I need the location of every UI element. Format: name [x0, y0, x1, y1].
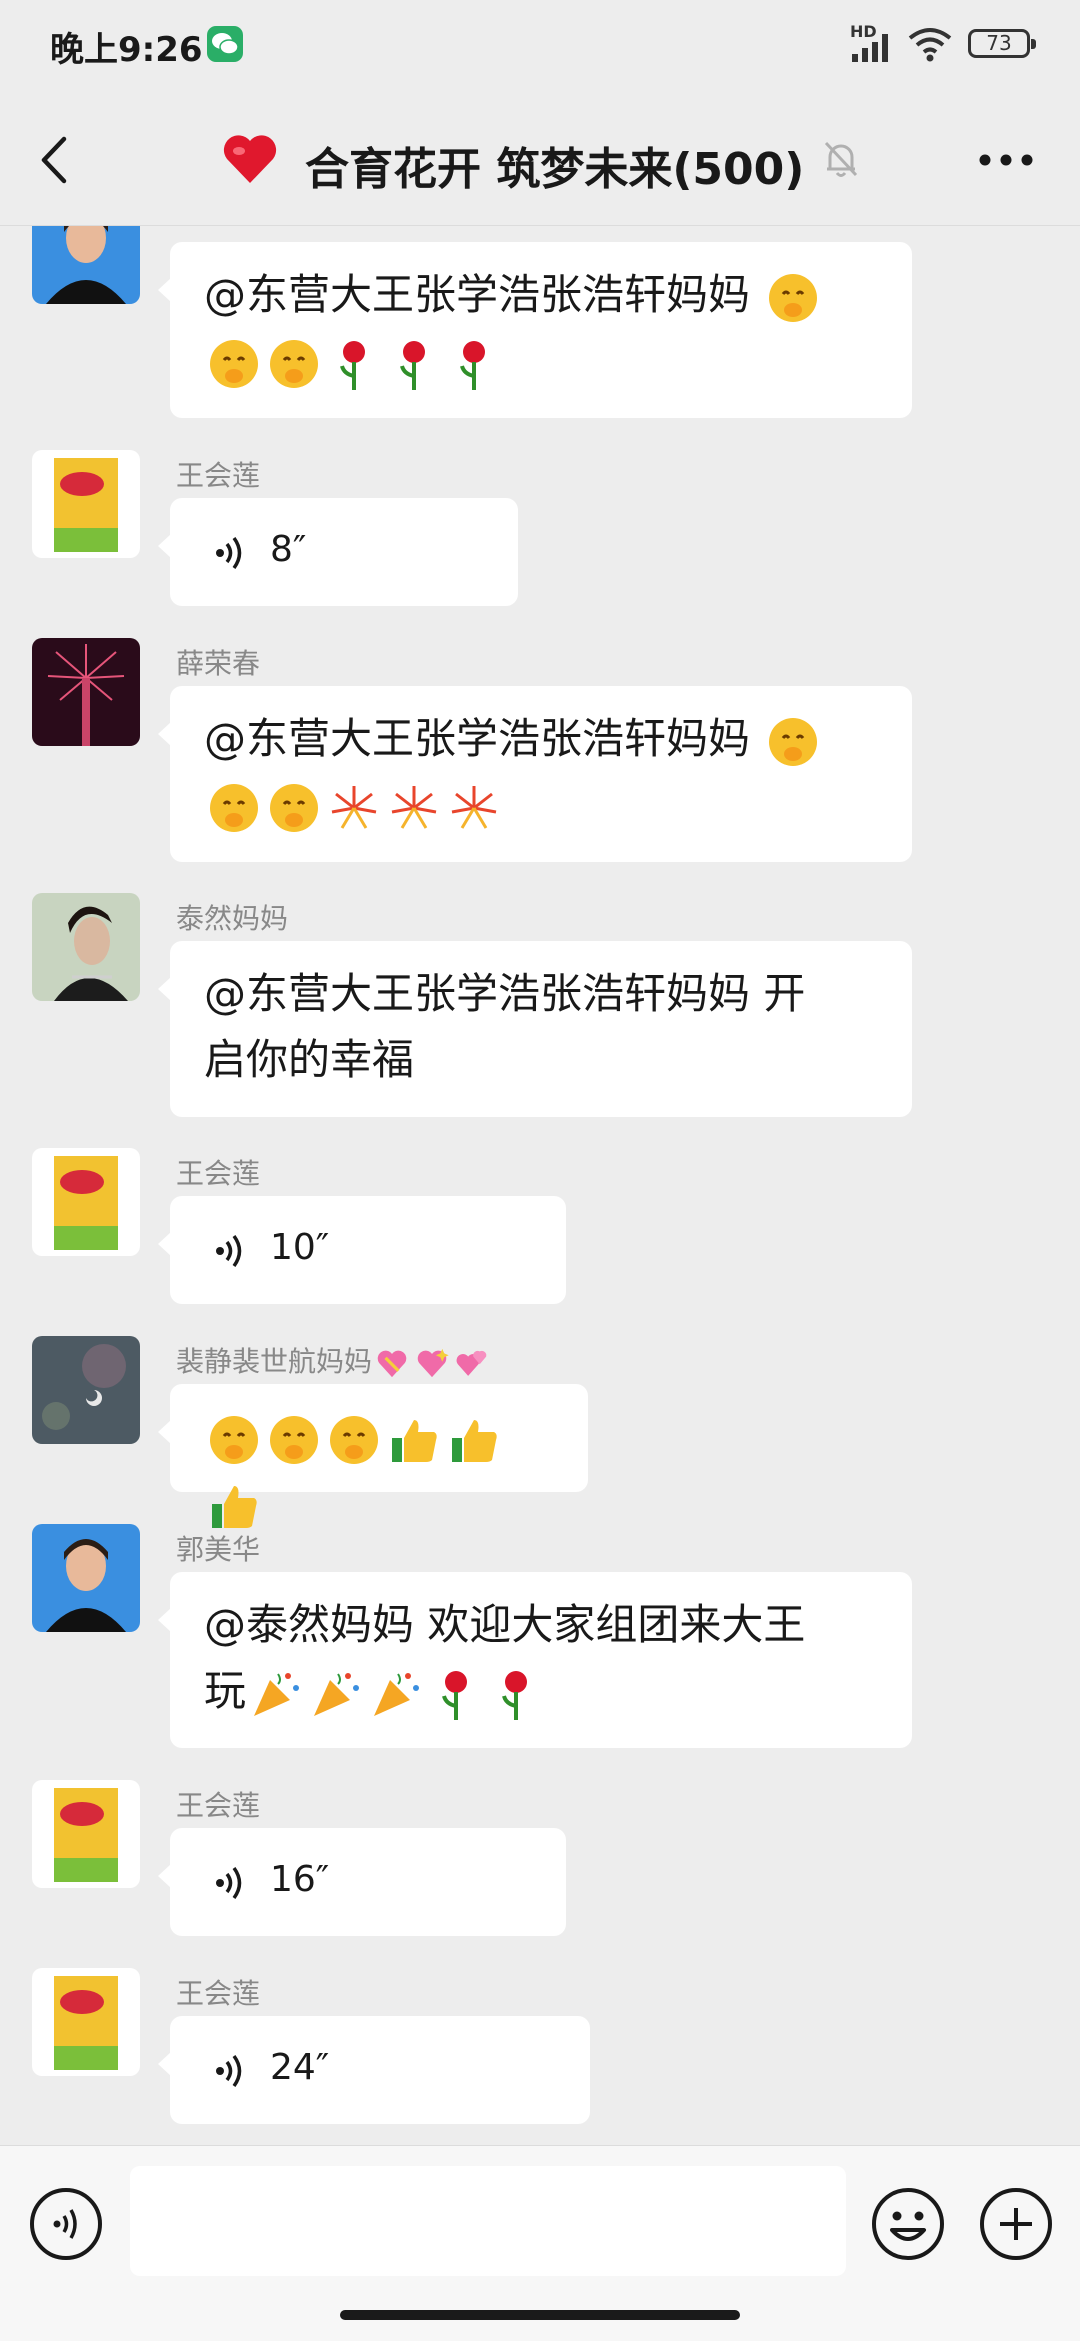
sender-name: 王会莲	[176, 1977, 261, 2010]
avatar[interactable]	[32, 1524, 140, 1632]
thumbs-up-emoji-icon	[386, 1412, 442, 1468]
rose-emoji-icon	[386, 336, 442, 392]
rose-emoji-icon	[446, 336, 502, 392]
avatar[interactable]	[32, 1336, 140, 1444]
chevron-left-icon[interactable]	[36, 135, 70, 185]
sender-name: 王会莲	[176, 459, 261, 492]
message-text: @东营大王张学浩张浩轩妈妈	[204, 714, 764, 763]
thumbs-up-emoji-icon	[446, 1412, 502, 1468]
message-bubble[interactable]: @东营大王张学浩张浩轩妈妈	[158, 242, 912, 418]
message-text-line: @东营大王张学浩张浩轩妈妈 开	[204, 969, 806, 1018]
red-heart-icon	[223, 135, 277, 183]
message-text-line: 玩	[204, 1666, 247, 1715]
message-bubble[interactable]	[158, 1384, 588, 1528]
shush-emoji-icon	[266, 336, 322, 392]
shush-emoji-icon	[206, 780, 262, 836]
voice-message-bubble[interactable]: 16″	[158, 1828, 566, 1936]
voice-duration: 8″	[270, 529, 307, 570]
shush-emoji-icon	[765, 714, 821, 770]
voice-wave-icon	[216, 536, 242, 570]
fireworks-emoji-icon	[326, 780, 382, 836]
fireworks-emoji-icon	[446, 780, 502, 836]
message-bubble[interactable]: @东营大王张学浩张浩轩妈妈	[158, 686, 912, 862]
voice-duration: 10″	[270, 1227, 330, 1268]
chat-header: 合育花开 筑梦未来(500)	[0, 95, 1080, 226]
sender-name: 王会莲	[176, 1789, 261, 1822]
smiley-icon[interactable]	[870, 2186, 946, 2262]
message-bubble[interactable]: @泰然妈妈 欢迎大家组团来大王玩	[158, 1572, 912, 1748]
sender-name: 郭美华	[176, 1533, 261, 1566]
message-text-line: @泰然妈妈 欢迎大家组团来大王	[204, 1600, 806, 1649]
message-text: @东营大王张学浩张浩轩妈妈	[204, 270, 764, 319]
fireworks-emoji-icon	[386, 780, 442, 836]
bell-muted-icon	[824, 141, 858, 177]
two-hearts-emoji-icon	[454, 1345, 490, 1381]
sender-name: 泰然妈妈	[176, 902, 289, 935]
shush-emoji-icon	[206, 1412, 262, 1468]
message-list[interactable]: @东营大王张学浩张浩轩妈妈 王会莲 8″ 薛荣春 @东营大王张学浩张浩轩妈妈 泰…	[0, 0, 1080, 2145]
chat-title[interactable]: 合育花开 筑梦未来(500)	[305, 133, 804, 197]
avatar[interactable]	[32, 1780, 140, 1888]
voice-wave-icon	[216, 1234, 242, 1268]
avatar[interactable]	[32, 1148, 140, 1256]
rose-emoji-icon	[326, 336, 382, 392]
shush-emoji-icon	[206, 336, 262, 392]
thumbs-up-emoji-icon	[206, 1478, 262, 1534]
home-indicator[interactable]	[340, 2310, 740, 2320]
shush-emoji-icon	[266, 780, 322, 836]
rose-emoji-icon	[488, 1666, 544, 1722]
more-dots-icon[interactable]	[978, 153, 1034, 167]
heart-ribbon-emoji-icon	[374, 1345, 410, 1381]
plus-circle-icon[interactable]	[978, 2186, 1054, 2262]
voice-message-bubble[interactable]: 24″	[158, 2016, 590, 2124]
party-popper-emoji-icon	[248, 1666, 304, 1722]
message-text-line: 启你的幸福	[204, 1035, 415, 1084]
avatar[interactable]	[32, 893, 140, 1001]
sender-name: 薛荣春	[176, 647, 261, 680]
voice-wave-icon	[216, 2054, 242, 2088]
message-bubble[interactable]: @东营大王张学浩张浩轩妈妈 开 启你的幸福	[158, 941, 912, 1117]
voice-wave-icon	[216, 1866, 242, 1900]
party-popper-emoji-icon	[308, 1666, 364, 1722]
party-popper-emoji-icon	[368, 1666, 424, 1722]
avatar[interactable]	[32, 1968, 140, 2076]
sender-name: 王会莲	[176, 1157, 261, 1190]
avatar[interactable]	[32, 450, 140, 558]
shush-emoji-icon	[326, 1412, 382, 1468]
rose-emoji-icon	[428, 1666, 484, 1722]
voice-toggle-icon[interactable]	[28, 2186, 104, 2262]
sender-name: 裴静裴世航妈妈	[176, 1340, 492, 1381]
sparkle-heart-emoji-icon	[414, 1345, 450, 1381]
shush-emoji-icon	[765, 270, 821, 326]
voice-duration: 16″	[270, 1859, 330, 1900]
message-input[interactable]	[130, 2166, 846, 2276]
voice-duration: 24″	[270, 2047, 330, 2088]
voice-message-bubble[interactable]: 10″	[158, 1196, 566, 1304]
voice-message-bubble[interactable]: 8″	[158, 498, 518, 606]
shush-emoji-icon	[266, 1412, 322, 1468]
avatar[interactable]	[32, 638, 140, 746]
